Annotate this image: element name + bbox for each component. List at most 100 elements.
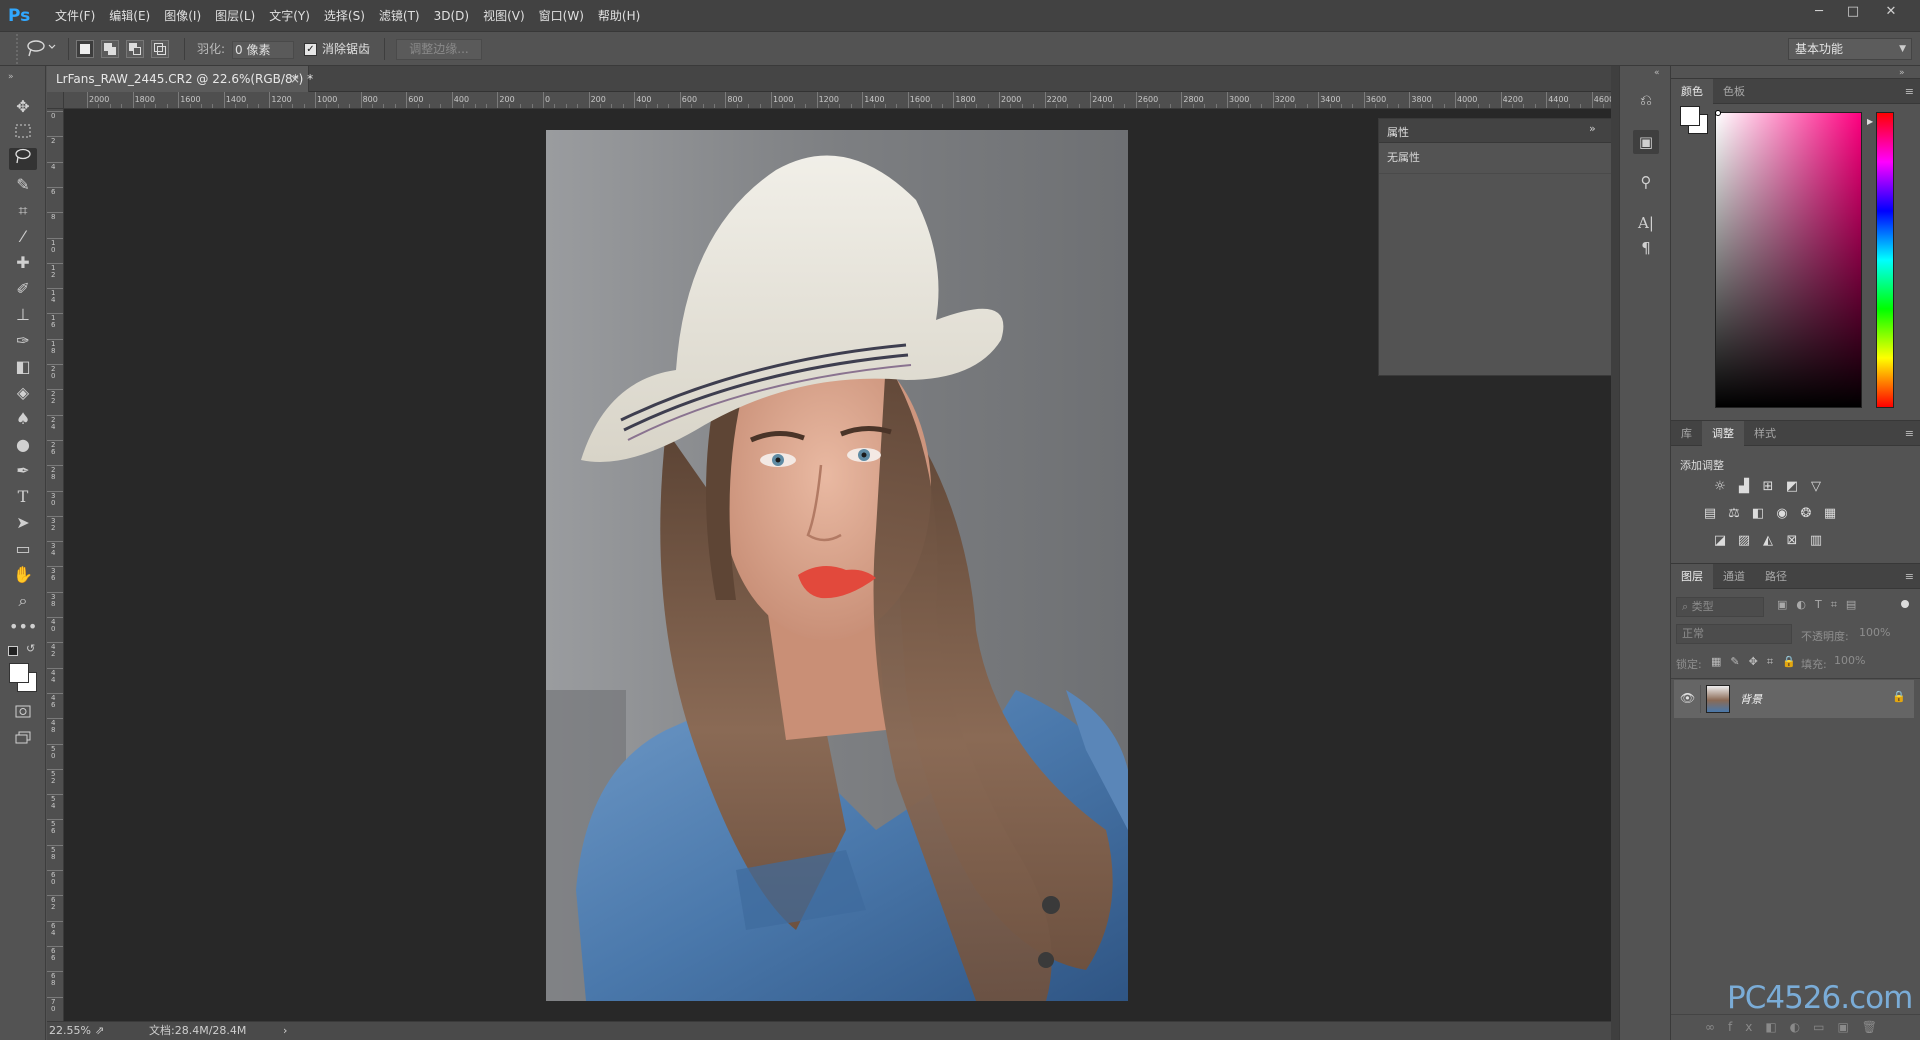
subtract-selection-button[interactable]	[126, 40, 144, 58]
threshold-icon[interactable]: ◭	[1759, 532, 1777, 550]
add-selection-button[interactable]	[101, 40, 119, 58]
tab-color[interactable]: 颜色	[1671, 79, 1713, 105]
filter-toggle-icon[interactable]	[1901, 600, 1909, 608]
menu-item-0[interactable]: 文件(F)	[48, 0, 102, 32]
menu-item-10[interactable]: 帮助(H)	[591, 0, 647, 32]
pen-tool-icon[interactable]: ✒	[9, 460, 37, 482]
ruler-origin[interactable]	[47, 92, 64, 109]
lock-icons[interactable]: ▦✎✥⌗🔒	[1711, 655, 1805, 669]
color-picker-cursor[interactable]	[1715, 110, 1721, 116]
visibility-eye-icon[interactable]: 👁	[1680, 691, 1695, 705]
properties-panel-icon[interactable]: ▣	[1633, 130, 1659, 154]
tab-adjustments[interactable]: 调整	[1702, 421, 1744, 447]
menu-item-9[interactable]: 窗口(W)	[532, 0, 591, 32]
channel-mixer-icon[interactable]: ❂	[1797, 505, 1815, 523]
move-tool-icon[interactable]: ✥	[9, 96, 37, 118]
color-lookup-icon[interactable]: ▦	[1821, 505, 1839, 523]
menu-item-5[interactable]: 选择(S)	[317, 0, 372, 32]
layer-name[interactable]: 背景	[1740, 691, 1762, 707]
workspace-select[interactable]: 基本功能 ▼	[1788, 38, 1912, 60]
minimize-button[interactable]: ─	[1804, 2, 1834, 22]
swap-colors-icon[interactable]: ↺	[26, 642, 35, 655]
fill-input[interactable]: 100%	[1829, 652, 1887, 672]
zoom-tool-icon[interactable]: ⌕	[9, 590, 37, 612]
quick-selection-tool-icon[interactable]: ✎	[9, 174, 37, 196]
color-panel-menu-icon[interactable]: ≡	[1905, 79, 1914, 105]
status-menu-icon[interactable]: ›	[283, 1022, 287, 1040]
clone-stamp-tool-icon[interactable]: ⊥	[9, 304, 37, 326]
color-field[interactable]	[1715, 112, 1862, 408]
hand-tool-icon[interactable]: ✋	[9, 564, 37, 586]
hue-slider[interactable]	[1876, 112, 1894, 408]
tab-layers[interactable]: 图层	[1671, 564, 1713, 590]
menu-item-4[interactable]: 文字(Y)	[262, 0, 317, 32]
menu-item-3[interactable]: 图层(L)	[208, 0, 262, 32]
selective-color-icon[interactable]: ⊠	[1783, 532, 1801, 550]
document-image[interactable]	[546, 130, 1128, 1001]
options-grip[interactable]	[16, 34, 20, 64]
crop-tool-icon[interactable]: ⌗	[9, 200, 37, 222]
dodge-tool-icon[interactable]: ●	[9, 434, 37, 456]
marquee-tool-icon[interactable]	[9, 122, 37, 144]
exposure-icon[interactable]: ◩	[1783, 478, 1801, 496]
tab-libraries[interactable]: 库	[1671, 421, 1702, 447]
collapse-icon[interactable]: »	[1589, 122, 1596, 135]
paragraph-panel-icon[interactable]: ¶	[1633, 236, 1659, 260]
adjustments-panel-menu-icon[interactable]: ≡	[1905, 421, 1914, 447]
layers-footer-icons[interactable]: ∞fx◧◐▭▣🗑	[1671, 1014, 1920, 1040]
close-button[interactable]: ✕	[1876, 2, 1906, 22]
panels-collapse-icon[interactable]: »	[1899, 68, 1905, 78]
tab-paths[interactable]: 路径	[1755, 564, 1797, 590]
photo-filter-icon[interactable]: ◉	[1773, 505, 1791, 523]
screen-mode-icon[interactable]	[9, 728, 37, 750]
antialias-checkbox[interactable]: ✓	[304, 43, 317, 56]
levels-icon[interactable]: ▟	[1735, 478, 1753, 496]
layer-filter-select[interactable]: ⌕ 类型	[1676, 597, 1764, 617]
document-tab[interactable]: LrFans_RAW_2445.CR2 @ 22.6%(RGB/8*) * ×	[47, 66, 313, 92]
opacity-input[interactable]: 100%	[1854, 624, 1912, 644]
close-tab-icon[interactable]: ×	[290, 66, 300, 92]
menu-item-8[interactable]: 视图(V)	[476, 0, 532, 32]
path-selection-tool-icon[interactable]: ➤	[9, 512, 37, 534]
layer-filter-icons[interactable]: ▣◐T⌗▤	[1777, 598, 1897, 616]
dock-grip[interactable]	[1611, 66, 1619, 1040]
refine-edge-button[interactable]: 调整边缘...	[396, 39, 482, 60]
healing-brush-tool-icon[interactable]: ✚	[9, 252, 37, 274]
menu-item-2[interactable]: 图像(I)	[157, 0, 208, 32]
vibrance-icon[interactable]: ▽	[1807, 478, 1825, 496]
tool-presets-icon[interactable]: ⚲	[1633, 170, 1659, 194]
eraser-tool-icon[interactable]: ◧	[9, 356, 37, 378]
blur-tool-icon[interactable]: ♠	[9, 408, 37, 430]
hue-saturation-icon[interactable]: ▤	[1701, 505, 1719, 523]
export-icon[interactable]: ⇗	[95, 1022, 104, 1040]
more-tools-icon[interactable]: •••	[9, 616, 37, 638]
color-foreground-swatch[interactable]	[1680, 106, 1700, 126]
intersect-selection-button[interactable]	[151, 40, 169, 58]
layer-row[interactable]: 👁 背景 🔒	[1674, 680, 1914, 718]
new-selection-button[interactable]	[76, 40, 94, 58]
dock-expand-icon[interactable]: «	[1654, 68, 1660, 78]
brightness-icon[interactable]: ☼	[1711, 478, 1729, 496]
tab-channels[interactable]: 通道	[1713, 564, 1755, 590]
curves-icon[interactable]: ⊞	[1759, 478, 1777, 496]
default-colors-icon[interactable]	[8, 646, 18, 656]
invert-icon[interactable]: ◪	[1711, 532, 1729, 550]
history-panel-icon[interactable]: ⎌	[1633, 88, 1659, 112]
black-white-icon[interactable]: ◧	[1749, 505, 1767, 523]
gradient-map-icon[interactable]: ▥	[1807, 532, 1825, 550]
menu-item-7[interactable]: 3D(D)	[427, 0, 476, 32]
layers-panel-menu-icon[interactable]: ≡	[1905, 564, 1914, 590]
toolbox-collapse-icon[interactable]: »	[8, 72, 14, 82]
menu-item-6[interactable]: 滤镜(T)	[372, 0, 427, 32]
zoom-level[interactable]: 22.55%	[49, 1022, 91, 1040]
foreground-color-swatch[interactable]	[9, 663, 29, 683]
blend-mode-select[interactable]: 正常	[1676, 624, 1792, 644]
tab-styles[interactable]: 样式	[1744, 421, 1786, 447]
brush-tool-icon[interactable]: ✐	[9, 278, 37, 300]
history-brush-tool-icon[interactable]: ✑	[9, 330, 37, 352]
lasso-preset-icon[interactable]	[25, 37, 61, 61]
posterize-icon[interactable]: ▨	[1735, 532, 1753, 550]
eyedropper-tool-icon[interactable]: ⁄	[9, 226, 37, 248]
paint-bucket-tool-icon[interactable]: ◈	[9, 382, 37, 404]
color-balance-icon[interactable]: ⚖	[1725, 505, 1743, 523]
